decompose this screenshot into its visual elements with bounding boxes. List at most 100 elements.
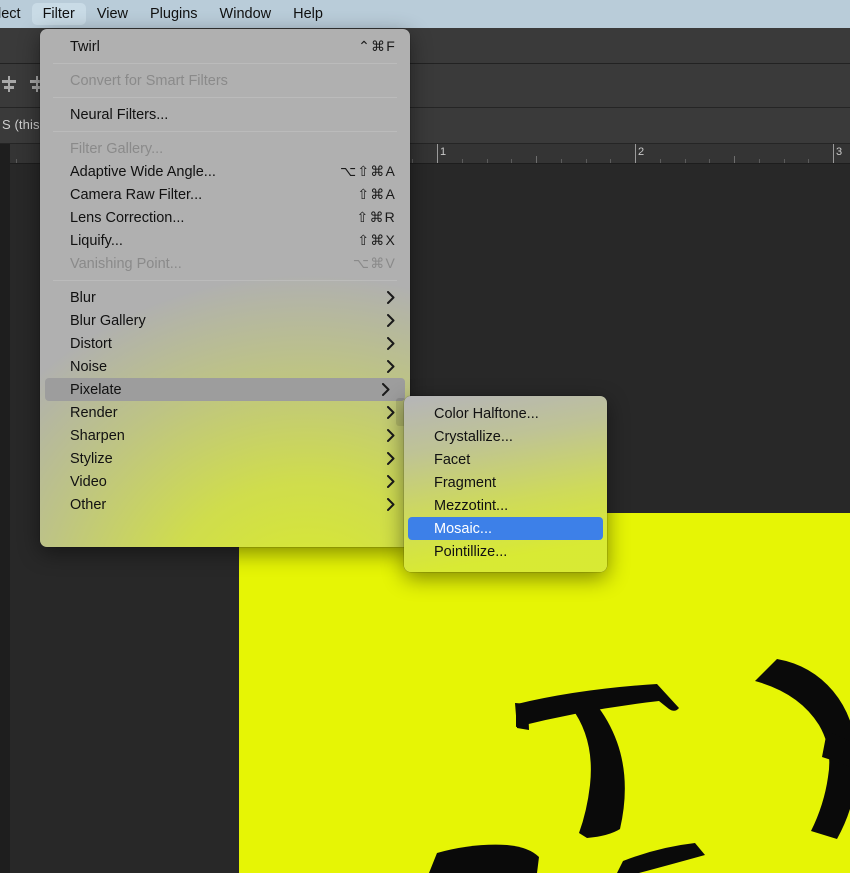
- menu-item-shortcut: ⌃⌘F: [358, 38, 396, 54]
- menubar-item-label: Filter: [42, 6, 75, 22]
- menu-item-convert-for-smart-filters: Convert for Smart Filters: [40, 69, 410, 92]
- menubar-item-label: View: [96, 6, 128, 22]
- menu-item-label: Sharpen: [70, 427, 125, 444]
- menu-item-video[interactable]: Video: [40, 470, 410, 493]
- chevron-right-icon: [387, 475, 395, 488]
- ruler-label: 3: [836, 146, 843, 158]
- submenu-item-label: Mosaic...: [434, 520, 493, 537]
- menu-item-other[interactable]: Other: [40, 493, 410, 516]
- menu-item-stylize[interactable]: Stylize: [40, 447, 410, 470]
- submenu-item-mosaic[interactable]: Mosaic...: [408, 517, 603, 540]
- chevron-right-icon: [387, 498, 395, 511]
- menu-separator: [53, 131, 397, 132]
- menu-item-label: Render: [70, 404, 118, 421]
- menubar-item-view[interactable]: View: [86, 3, 139, 25]
- menu-separator: [53, 63, 397, 64]
- chevron-right-icon: [387, 291, 395, 304]
- menu-separator: [53, 97, 397, 98]
- options-bar-text-fragment: S (this: [2, 117, 40, 132]
- ruler-label: 1: [440, 146, 447, 158]
- menu-item-shortcut: ⌥⇧⌘A: [339, 163, 396, 179]
- submenu-item-fragment[interactable]: Fragment: [404, 471, 607, 494]
- menu-item-camera-raw-filter[interactable]: Camera Raw Filter... ⇧⌘A: [40, 183, 410, 206]
- submenu-item-label: Pointillize...: [434, 543, 508, 560]
- ruler-tick: [758, 159, 760, 163]
- ruler-tick: [486, 159, 488, 163]
- submenu-item-color-halftone[interactable]: Color Halftone...: [404, 402, 607, 425]
- menu-item-label: Distort: [70, 335, 112, 352]
- menu-item-blur[interactable]: Blur: [40, 286, 410, 309]
- menu-item-neural-filters[interactable]: Neural Filters...: [40, 103, 410, 126]
- menu-item-blur-gallery[interactable]: Blur Gallery: [40, 309, 410, 332]
- menu-item-adaptive-wide-angle[interactable]: Adaptive Wide Angle... ⌥⇧⌘A: [40, 160, 410, 183]
- submenu-item-label: Fragment: [434, 474, 497, 491]
- ruler-tick: [734, 156, 735, 163]
- ruler-tick: [560, 159, 562, 163]
- menu-item-filter-gallery: Filter Gallery...: [40, 137, 410, 160]
- submenu-item-label: Color Halftone...: [434, 405, 539, 422]
- menubar-item-filter[interactable]: Filter: [31, 3, 86, 25]
- menu-item-label: Filter Gallery...: [70, 140, 164, 157]
- filter-menu-items[interactable]: Twirl ⌃⌘F Convert for Smart Filters Neural …: [40, 29, 410, 522]
- menubar-item-label: Window: [219, 6, 272, 22]
- menubar-item-help[interactable]: Help: [282, 3, 334, 25]
- submenu-item-mezzotint[interactable]: Mezzotint...: [404, 494, 607, 517]
- menu-item-sharpen[interactable]: Sharpen: [40, 424, 410, 447]
- canvas-left-gutter: [0, 144, 10, 873]
- menu-item-label: Stylize: [70, 450, 113, 467]
- menubar-item-lect[interactable]: lect: [0, 3, 32, 25]
- pixelate-submenu-items[interactable]: Color Halftone... Crystallize... Facet Frag…: [404, 396, 607, 569]
- filter-menu-panel[interactable]: Twirl ⌃⌘F Convert for Smart Filters Neural …: [40, 29, 410, 547]
- menu-item-label: Camera Raw Filter...: [70, 186, 203, 203]
- ruler-label: 2: [638, 146, 645, 158]
- submenu-item-label: Crystallize...: [434, 428, 513, 445]
- chevron-right-icon: [387, 337, 395, 350]
- menu-bar[interactable]: lect Filter View Plugins Window Help: [0, 0, 850, 28]
- ruler-tick: [783, 159, 785, 163]
- ruler-tick: [635, 144, 636, 163]
- chevron-right-icon: [382, 383, 390, 396]
- photoshop-screenshot: S (this 1 2 3 lect Filter View Plugins Window H…: [0, 0, 850, 873]
- chevron-right-icon: [387, 360, 395, 373]
- menu-item-label: Blur: [70, 289, 96, 306]
- menubar-item-window[interactable]: Window: [209, 3, 283, 25]
- menu-item-label: Adaptive Wide Angle...: [70, 163, 216, 180]
- submenu-item-pointillize[interactable]: Pointillize...: [404, 540, 607, 563]
- ruler-tick: [709, 159, 711, 163]
- submenu-item-crystallize[interactable]: Crystallize...: [404, 425, 607, 448]
- menu-item-liquify[interactable]: Liquify... ⇧⌘X: [40, 229, 410, 252]
- ruler-tick: [16, 159, 18, 163]
- ruler-tick: [585, 159, 587, 163]
- pixelate-submenu-panel[interactable]: Color Halftone... Crystallize... Facet Frag…: [404, 396, 607, 572]
- menu-item-render[interactable]: Render: [40, 401, 410, 424]
- submenu-item-label: Mezzotint...: [434, 497, 509, 514]
- chevron-right-icon: [387, 314, 395, 327]
- chevron-right-icon: [387, 406, 395, 419]
- ruler-tick: [610, 159, 612, 163]
- ruler-tick: [412, 159, 414, 163]
- menu-item-shortcut: ⇧⌘R: [356, 209, 396, 225]
- align-horizontal-icon[interactable]: [1, 76, 17, 92]
- submenu-item-label: Facet: [434, 451, 471, 468]
- menu-item-distort[interactable]: Distort: [40, 332, 410, 355]
- ruler-tick: [437, 144, 438, 163]
- menu-item-label: Pixelate: [70, 381, 122, 398]
- menu-item-label: Noise: [70, 358, 108, 375]
- menu-item-noise[interactable]: Noise: [40, 355, 410, 378]
- ruler-tick: [461, 159, 463, 163]
- ruler-tick: [808, 159, 810, 163]
- menu-item-shortcut: ⇧⌘X: [357, 232, 396, 248]
- submenu-item-facet[interactable]: Facet: [404, 448, 607, 471]
- ruler-tick: [659, 159, 661, 163]
- menu-item-lens-correction[interactable]: Lens Correction... ⇧⌘R: [40, 206, 410, 229]
- ruler-tick: [684, 159, 686, 163]
- menubar-item-label: lect: [0, 6, 21, 22]
- ruler-tick: [833, 144, 834, 163]
- menubar-item-plugins[interactable]: Plugins: [139, 3, 209, 25]
- menu-item-pixelate[interactable]: Pixelate: [45, 378, 405, 401]
- chevron-right-icon: [387, 452, 395, 465]
- menu-item-label: Twirl: [70, 38, 100, 55]
- menu-item-twirl[interactable]: Twirl ⌃⌘F: [40, 35, 410, 58]
- menubar-item-label: Plugins: [149, 6, 198, 22]
- ruler-tick: [511, 159, 513, 163]
